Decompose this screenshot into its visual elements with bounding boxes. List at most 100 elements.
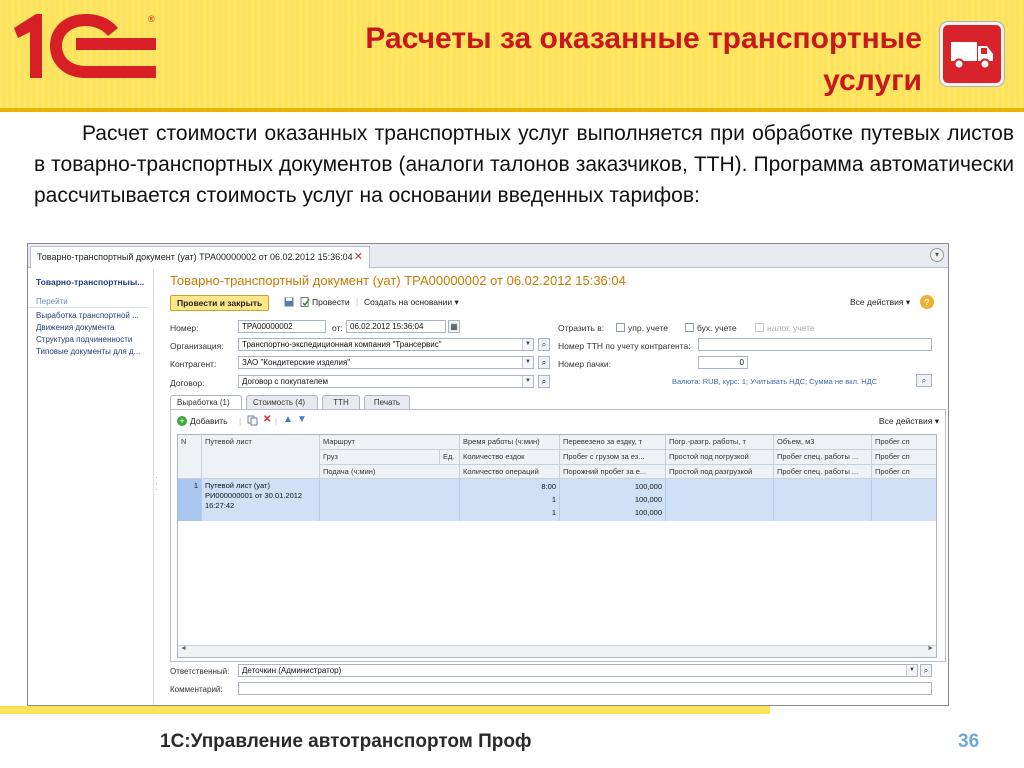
col-header-unloading-idle[interactable]: Простой под разгрузкой <box>666 465 774 479</box>
col-header-mileage-2[interactable]: Пробег сп <box>872 450 936 465</box>
col-header-waybill[interactable]: Путевой лист <box>202 435 320 479</box>
mgmt-accounting-checkbox[interactable] <box>616 323 625 332</box>
cell-mileage[interactable] <box>872 479 936 521</box>
loaded-mileage-value: 100,000 <box>634 495 662 504</box>
window-menu-icon[interactable]: ▾ <box>930 248 944 262</box>
output-table: N Путевой лист Маршрут Время работы (ч:м… <box>177 434 937 658</box>
date-field[interactable]: 06.02.2012 15:36:04 <box>346 320 446 333</box>
col-header-transported[interactable]: Перевезено за ездку, т <box>560 435 666 450</box>
dropdown-icon[interactable]: ▼ <box>522 339 533 350</box>
accounting-checkbox[interactable] <box>685 323 694 332</box>
comment-field[interactable] <box>238 682 932 695</box>
currency-info-link[interactable]: Валюта: RUB, курс: 1; Учитывать НДС; Сум… <box>672 377 877 386</box>
col-header-unit[interactable]: Ед. <box>440 450 460 465</box>
organization-search-icon[interactable]: ⌕ <box>538 338 550 351</box>
col-header-special-mileage-2[interactable]: Пробег спец. работы ... <box>774 465 872 479</box>
panel-splitter[interactable]: · · · <box>155 473 158 494</box>
nav-item-movements[interactable]: Движения документа <box>28 320 153 332</box>
tab-output[interactable]: Выработка (1) <box>170 395 242 410</box>
copy-icon[interactable] <box>247 415 258 428</box>
cell-volume[interactable] <box>774 479 872 521</box>
header-divider <box>0 108 1024 112</box>
number-field[interactable]: ТРА00000002 <box>238 320 326 333</box>
close-icon[interactable]: ✕ <box>354 247 363 267</box>
move-down-icon[interactable]: ▼ <box>297 414 307 425</box>
organization-field[interactable]: Транспортно-экспедиционная компания "Тра… <box>238 338 534 351</box>
tab-cost[interactable]: Стоимость (4) <box>246 395 318 409</box>
col-header-empty-mileage[interactable]: Порожний пробег за е... <box>560 465 666 479</box>
trips-value: 1 <box>551 495 556 504</box>
save-icon[interactable] <box>284 297 294 309</box>
horizontal-scrollbar[interactable]: ◄ ► <box>178 645 936 657</box>
contractor-field[interactable]: ЗАО "Кондитерские изделия" ▼ <box>238 356 534 369</box>
cell-route[interactable] <box>320 479 460 521</box>
reflect-label: Отразить в: <box>558 323 605 333</box>
col-header-mileage-3[interactable]: Пробег сп <box>872 465 936 479</box>
nav-item-structure[interactable]: Структура подчиненности <box>28 332 153 344</box>
nav-title[interactable]: Товарно-транспортныы... <box>28 269 153 287</box>
tab-document[interactable]: Товарно-транспортный документ (уат) ТРА0… <box>30 246 370 268</box>
tab-print[interactable]: Печать <box>364 395 410 409</box>
cell-n[interactable]: 1 <box>178 479 202 521</box>
mgmt-accounting-label: упр. учете <box>628 323 668 333</box>
cell-work-time[interactable]: 8:00 1 1 <box>460 479 560 521</box>
number-label: Номер: <box>170 323 199 333</box>
col-header-loaded-mileage[interactable]: Пробег с грузом за ез... <box>560 450 666 465</box>
ttn-number-label: Номер ТТН по учету контрагента: <box>558 341 691 351</box>
post-icon[interactable] <box>300 297 310 309</box>
dropdown-icon[interactable]: ▼ <box>522 376 533 387</box>
add-button[interactable]: Добавить <box>190 416 228 426</box>
move-up-icon[interactable]: ▲ <box>283 414 293 425</box>
col-header-route[interactable]: Маршрут <box>320 435 460 450</box>
tab-ttn[interactable]: ТТН <box>322 395 360 409</box>
contractor-search-icon[interactable]: ⌕ <box>538 356 550 369</box>
waybill-line-1: Путевой лист (уат) <box>205 481 270 490</box>
dropdown-icon[interactable]: ▼ <box>906 665 917 676</box>
pack-number-label: Номер пачки: <box>558 359 611 369</box>
tax-accounting-checkbox[interactable] <box>755 323 764 332</box>
organization-value: Транспортно-экспедиционная компания "Тра… <box>242 340 442 349</box>
col-header-trips[interactable]: Количество ездок <box>460 450 560 465</box>
contract-label: Договор: <box>170 378 205 388</box>
dropdown-icon[interactable]: ▼ <box>522 357 533 368</box>
post-and-close-button[interactable]: Провести и закрыть <box>170 295 270 311</box>
document-title: Товарно-транспортный документ (уат) ТРА0… <box>170 273 626 288</box>
delete-icon[interactable]: ✕ <box>263 414 271 425</box>
help-icon[interactable]: ? <box>920 295 934 309</box>
cell-waybill[interactable]: Путевой лист (уат) РИ000000001 от 30.01.… <box>202 479 320 521</box>
empty-mileage-value: 100,000 <box>634 508 662 517</box>
output-panel: + Добавить | ✕ | ▲ ▼ Все действия ▾ N Пу… <box>170 409 946 662</box>
col-header-cargo[interactable]: Груз <box>320 450 440 465</box>
col-header-special-mileage[interactable]: Пробег спец. работы ... <box>774 450 872 465</box>
contract-field[interactable]: Договор с покупателем ▼ <box>238 375 534 388</box>
col-header-operations[interactable]: Количество операций <box>460 465 560 479</box>
create-based-on-button[interactable]: Создать на основании ▾ <box>364 297 459 308</box>
col-header-n[interactable]: N <box>178 435 202 479</box>
post-button[interactable]: Провести <box>312 297 350 307</box>
description-paragraph: Расчет стоимости оказанных транспортных … <box>34 122 1014 207</box>
add-icon[interactable]: + <box>177 416 187 426</box>
ttn-number-field[interactable] <box>698 338 932 351</box>
col-header-supply[interactable]: Подача (ч:мин) <box>320 465 460 479</box>
col-header-mileage[interactable]: Пробег сп <box>872 435 936 450</box>
nav-item-output[interactable]: Выработка транспортной ... <box>28 308 153 320</box>
col-header-loading-idle[interactable]: Простой под погрузкой <box>666 450 774 465</box>
all-actions-button[interactable]: Все действия ▾ <box>850 297 910 308</box>
col-header-work-time[interactable]: Время работы (ч:мин) <box>460 435 560 450</box>
navigation-panel: Товарно-транспортныы... Перейти Выработк… <box>28 269 154 705</box>
comment-label: Комментарий: <box>170 685 223 694</box>
title-line-2: услуги <box>823 64 922 97</box>
cell-loading[interactable] <box>666 479 774 521</box>
contract-search-icon[interactable]: ⌕ <box>538 375 550 388</box>
nav-item-typical-docs[interactable]: Типовые документы для д... <box>28 344 153 356</box>
table-all-actions-button[interactable]: Все действия ▾ <box>879 416 939 427</box>
responsible-label: Ответственный: <box>170 667 230 676</box>
calendar-icon[interactable]: ▦ <box>448 320 460 333</box>
pack-number-field[interactable]: 0 <box>698 356 748 369</box>
col-header-volume[interactable]: Объем, м3 <box>774 435 872 450</box>
currency-search-icon[interactable]: ⌕ <box>916 374 932 387</box>
responsible-field[interactable]: Деточкин (Администратор) ▼ <box>238 664 918 677</box>
responsible-search-icon[interactable]: ⌕ <box>920 664 932 677</box>
cell-transported[interactable]: 100,000 100,000 100,000 <box>560 479 666 521</box>
col-header-loading[interactable]: Погр.-разгр. работы, т <box>666 435 774 450</box>
